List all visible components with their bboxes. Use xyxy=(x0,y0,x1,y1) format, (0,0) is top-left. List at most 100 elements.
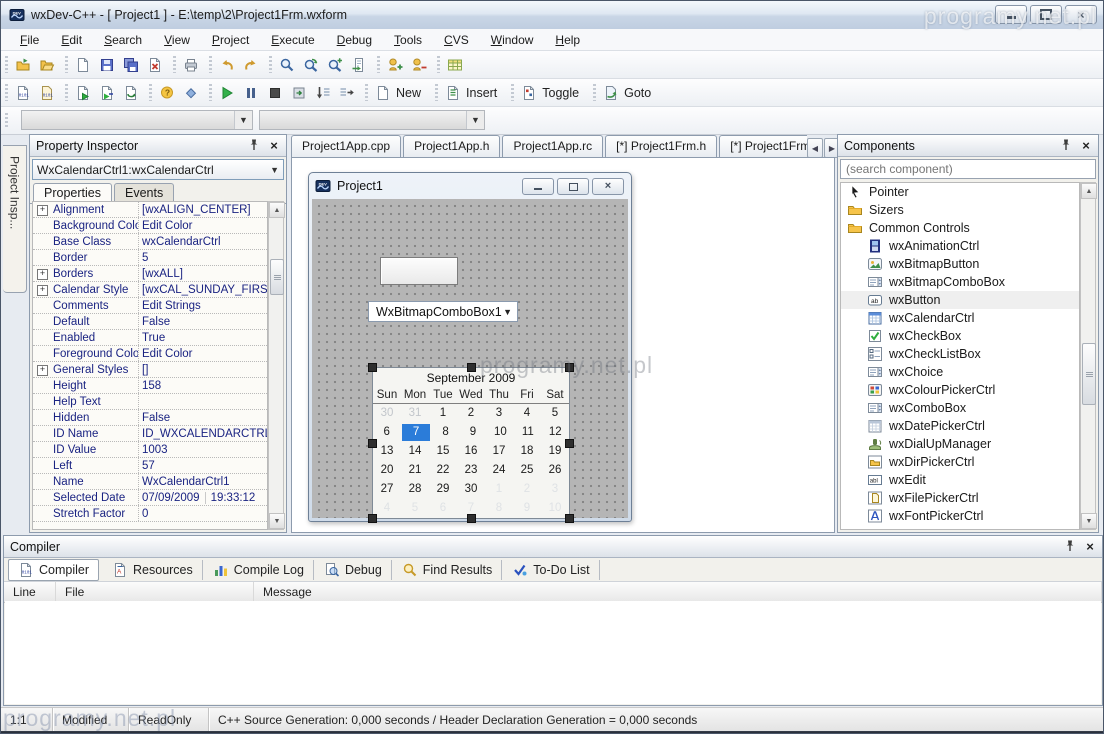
property-value[interactable]: 5 xyxy=(139,250,267,265)
property-row[interactable]: ID Value 1003 xyxy=(33,442,267,458)
run-button[interactable] xyxy=(215,81,239,105)
calendar-day[interactable]: 20 xyxy=(373,461,401,480)
build-target-dropdown[interactable]: ▼ xyxy=(259,110,485,130)
property-value[interactable]: [wxCAL_SUNDAY_FIRST, xyxy=(139,282,267,297)
form-body-grid[interactable]: WxBitmapComboBox1 ▼ September 2009 Sun Mo… xyxy=(312,199,628,523)
expand-icon[interactable]: + xyxy=(37,269,48,280)
resize-handle[interactable] xyxy=(565,363,574,372)
object-selector-dropdown[interactable]: WxCalendarCtrl1:wxCalendarCtrl ▼ xyxy=(32,159,284,180)
property-row[interactable]: Selected Date 07/09/2009 19:33:12 xyxy=(33,490,267,506)
scroll-down-icon[interactable]: ▼ xyxy=(269,513,285,529)
calendar-day[interactable]: 23 xyxy=(457,461,485,480)
new-file-button[interactable] xyxy=(71,53,95,77)
property-row[interactable]: Hidden False xyxy=(33,410,267,426)
tab-scroll-left-icon[interactable]: ◀ xyxy=(807,138,823,158)
form-button-widget[interactable] xyxy=(380,257,458,285)
property-row[interactable]: + Borders [wxALL] xyxy=(33,266,267,282)
incremental-search-button[interactable] xyxy=(323,53,347,77)
grid-view-button[interactable] xyxy=(443,53,467,77)
compile-button[interactable] xyxy=(71,81,95,105)
resize-handle[interactable] xyxy=(565,514,574,523)
calendar-day[interactable]: 1 xyxy=(429,404,457,423)
editor-tab[interactable]: [*] Project1Frm.cpp xyxy=(719,135,807,157)
property-value[interactable]: Edit Color xyxy=(139,218,267,233)
property-row[interactable]: Height 158 xyxy=(33,378,267,394)
form-minimize-button[interactable] xyxy=(522,178,554,195)
compiler-tab-resources[interactable]: A Resources xyxy=(103,559,203,580)
close-icon[interactable]: × xyxy=(1078,137,1094,153)
scroll-down-icon[interactable]: ▼ xyxy=(1081,513,1097,529)
step-over-button[interactable] xyxy=(311,81,335,105)
add-item-button[interactable] xyxy=(383,53,407,77)
maximize-button[interactable] xyxy=(1030,5,1062,24)
menu-execute[interactable]: Execute xyxy=(260,30,325,50)
help-button[interactable]: ? xyxy=(155,81,179,105)
component-item-wxbitmapcombobox[interactable]: wxBitmapComboBox xyxy=(841,273,1079,291)
find-button[interactable] xyxy=(275,53,299,77)
component-item-sizers[interactable]: Sizers xyxy=(841,201,1079,219)
calendar-day[interactable]: 27 xyxy=(373,480,401,499)
component-item-wxcalendarctrl[interactable]: wxCalendarCtrl xyxy=(841,309,1079,327)
component-list-scrollbar[interactable]: ▲ ▼ xyxy=(1080,182,1097,530)
editor-tab[interactable]: Project1App.rc xyxy=(502,135,604,157)
property-row[interactable]: Base Class wxCalendarCtrl xyxy=(33,234,267,250)
property-row[interactable]: ID Name ID_WXCALENDARCTRL1 xyxy=(33,426,267,442)
expand-icon[interactable]: + xyxy=(37,285,48,296)
calendar-day[interactable]: 6 xyxy=(429,499,457,518)
component-item-wxbutton[interactable]: ab wxButton xyxy=(841,291,1079,309)
calendar-day[interactable]: 9 xyxy=(459,423,486,442)
calendar-day[interactable]: 3 xyxy=(485,404,513,423)
property-row[interactable]: Name WxCalendarCtrl1 xyxy=(33,474,267,490)
insert-button[interactable]: Insert xyxy=(441,81,505,105)
property-value[interactable]: [] xyxy=(139,362,267,377)
scrollbar-thumb[interactable] xyxy=(1082,343,1096,405)
compiler-profile-dropdown[interactable]: ▼ xyxy=(21,110,253,130)
property-row[interactable]: Background Color Edit Color xyxy=(33,218,267,234)
component-item-wxfilepickerctrl[interactable]: wxFilePickerCtrl xyxy=(841,489,1079,507)
step-into-button[interactable] xyxy=(335,81,359,105)
component-item-wxchoice[interactable]: wxChoice xyxy=(841,363,1079,381)
component-item-wxdialupmanager[interactable]: wxDialUpManager xyxy=(841,435,1079,453)
reset-button[interactable] xyxy=(287,81,311,105)
close-button[interactable]: × xyxy=(1065,5,1097,24)
calendar-day[interactable]: 28 xyxy=(401,480,429,499)
calendar-day[interactable]: 22 xyxy=(429,461,457,480)
menu-file[interactable]: File xyxy=(9,30,50,50)
menu-debug[interactable]: Debug xyxy=(326,30,383,50)
menu-edit[interactable]: Edit xyxy=(50,30,93,50)
calendar-day[interactable]: 18 xyxy=(513,442,541,461)
redo-button[interactable] xyxy=(239,53,263,77)
property-value[interactable]: False xyxy=(139,410,267,425)
resize-handle[interactable] xyxy=(368,514,377,523)
calendar-day[interactable]: 10 xyxy=(487,423,514,442)
calendar-day[interactable]: 14 xyxy=(401,442,429,461)
property-value[interactable]: 1003 xyxy=(139,442,267,457)
menu-search[interactable]: Search xyxy=(93,30,153,50)
form-bitmapcombobox-widget[interactable]: WxBitmapComboBox1 ▼ xyxy=(368,301,518,322)
compile-file-button[interactable]: 0101 xyxy=(35,81,59,105)
calendar-day[interactable]: 24 xyxy=(485,461,513,480)
calendar-day[interactable]: 8 xyxy=(485,499,513,518)
close-icon[interactable]: × xyxy=(266,137,282,153)
property-value[interactable]: [wxALL] xyxy=(139,266,267,281)
component-item-wxcolourpickerctrl[interactable]: wxColourPickerCtrl xyxy=(841,381,1079,399)
property-row[interactable]: Left 57 xyxy=(33,458,267,474)
component-item-wxdatepickerctrl[interactable]: wxDatePickerCtrl xyxy=(841,417,1079,435)
calendar-day[interactable]: 13 xyxy=(373,442,401,461)
editor-tab[interactable]: [*] Project1Frm.h xyxy=(605,135,718,157)
property-value[interactable] xyxy=(139,394,267,409)
component-search-input[interactable] xyxy=(840,159,1096,179)
resize-handle[interactable] xyxy=(368,363,377,372)
designed-form-window[interactable]: DEV Project1 × WxBitmapComboBox1 ▼ Septe… xyxy=(308,172,632,523)
resize-handle[interactable] xyxy=(565,439,574,448)
property-value[interactable]: Edit Color xyxy=(139,346,267,361)
column-header-file[interactable]: File xyxy=(56,582,254,602)
component-item-wxbitmapbutton[interactable]: wxBitmapButton xyxy=(841,255,1079,273)
print-button[interactable] xyxy=(179,53,203,77)
property-row[interactable]: Foreground Color Edit Color xyxy=(33,346,267,362)
property-value[interactable]: WxCalendarCtrl1 xyxy=(139,474,267,489)
remove-item-button[interactable] xyxy=(407,53,431,77)
tab-events[interactable]: Events xyxy=(113,183,175,203)
property-row[interactable]: Enabled True xyxy=(33,330,267,346)
property-row[interactable]: Border 5 xyxy=(33,250,267,266)
